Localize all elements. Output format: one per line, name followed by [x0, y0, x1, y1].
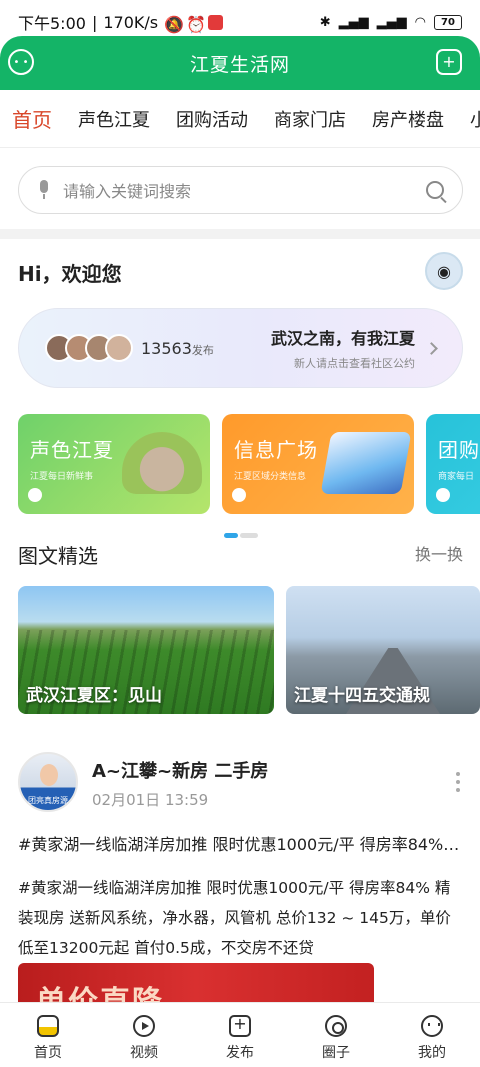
home-icon — [37, 1015, 59, 1037]
carousel-indicator — [224, 533, 258, 538]
user-avatar[interactable]: ◉ — [425, 252, 463, 290]
app-notification-icon — [208, 14, 224, 30]
card-shengse[interactable]: 声色江夏 江夏每日新鲜事 — [18, 414, 210, 514]
wifi-icon: ◠ — [414, 14, 426, 30]
tablet-illustration — [320, 432, 412, 494]
feature-cards: 声色江夏 江夏每日新鲜事 信息广场 江夏区域分类信息 团购 商家每日 — [18, 414, 480, 514]
featured-picture-1[interactable]: 武汉江夏区：见山 — [18, 586, 274, 714]
app-header: • • 江夏生活网 + — [0, 36, 480, 90]
picture-caption: 江夏十四五交通规 — [294, 686, 430, 706]
featured-picture-2[interactable]: 江夏十四五交通规 — [286, 586, 480, 714]
community-banner[interactable]: 13563发布 武汉之南，有我江夏 新人请点击查看社区公约 — [18, 308, 463, 388]
add-post-icon — [229, 1014, 251, 1037]
mute-icon: 🔕 — [164, 15, 185, 34]
nav-post[interactable]: 发布 — [192, 1003, 288, 1067]
status-time: 下午5:00 — [18, 14, 86, 33]
arrow-icon — [232, 488, 246, 502]
battery-icon: 70 — [434, 14, 462, 30]
search-icon[interactable] — [426, 181, 444, 199]
tab-xiaoxia[interactable]: 小夏 — [470, 106, 480, 132]
tab-group-buy[interactable]: 团购活动 — [176, 106, 248, 132]
post-headline[interactable]: #黄家湖一线临湖洋房加推 限时优惠1000元/平 得房率84% 精装现房 — [18, 831, 463, 855]
nav-me[interactable]: 我的 — [384, 1003, 480, 1067]
status-speed: 170K/s — [103, 12, 159, 32]
post-author[interactable]: A~江攀~新房 二手房 — [92, 757, 268, 783]
page-title: 江夏生活网 — [189, 53, 290, 76]
search-input[interactable]: 请输入关键词搜索 — [18, 166, 463, 214]
tab-stores[interactable]: 商家门店 — [274, 106, 346, 132]
section-title: 图文精选 — [18, 544, 98, 568]
post-body[interactable]: #黄家湖一线临湖洋房加推 限时优惠1000元/平 得房率84% 精装现房 送新风… — [18, 873, 463, 963]
search-placeholder: 请输入关键词搜索 — [63, 182, 192, 201]
signal-icon: ▂▄▆ — [338, 14, 369, 30]
post-count: 13563发布 — [141, 338, 214, 358]
more-options-icon[interactable] — [456, 772, 460, 796]
profile-icon — [421, 1015, 443, 1037]
tab-real-estate[interactable]: 房产楼盘 — [372, 106, 444, 132]
nav-video[interactable]: 视频 — [96, 1003, 192, 1067]
bottom-navigation: 首页 视频 发布 圈子 我的 — [0, 1002, 480, 1067]
refresh-button[interactable]: 换一换 — [415, 541, 463, 565]
play-icon — [133, 1015, 155, 1037]
nav-circle[interactable]: 圈子 — [288, 1003, 384, 1067]
smile-icon[interactable]: • • — [8, 49, 34, 75]
circle-icon — [325, 1015, 347, 1037]
arrow-icon — [436, 488, 450, 502]
microphone-icon[interactable] — [37, 180, 51, 200]
signal-icon-2: ▂▄▆ — [376, 14, 407, 30]
post-time: 02月01日 13:59 — [92, 791, 209, 809]
tab-home[interactable]: 首页 — [12, 104, 52, 133]
post-author-avatar[interactable]: 团亮真房源 — [18, 752, 78, 812]
category-tabs: 首页 声色江夏 团购活动 商家门店 房产楼盘 小夏 — [0, 90, 480, 148]
tab-shengse[interactable]: 声色江夏 — [78, 106, 150, 132]
add-icon[interactable]: + — [436, 49, 462, 75]
bluetooth-icon: ✱ — [319, 14, 331, 30]
community-motto: 武汉之南，有我江夏 新人请点击查看社区公约 — [270, 329, 415, 370]
card-group-buy[interactable]: 团购 商家每日 — [426, 414, 480, 514]
card-info-square[interactable]: 信息广场 江夏区域分类信息 — [222, 414, 414, 514]
picture-caption: 武汉江夏区：见山 — [26, 686, 162, 706]
avatar — [105, 334, 133, 362]
section-divider — [0, 229, 480, 239]
greeting: Hi，欢迎您 — [18, 262, 122, 286]
member-avatars — [45, 334, 133, 362]
alarm-icon: ⏰ — [186, 15, 207, 34]
nav-home[interactable]: 首页 — [0, 1003, 96, 1067]
chevron-right-icon — [425, 341, 438, 355]
arrow-icon — [28, 488, 42, 502]
